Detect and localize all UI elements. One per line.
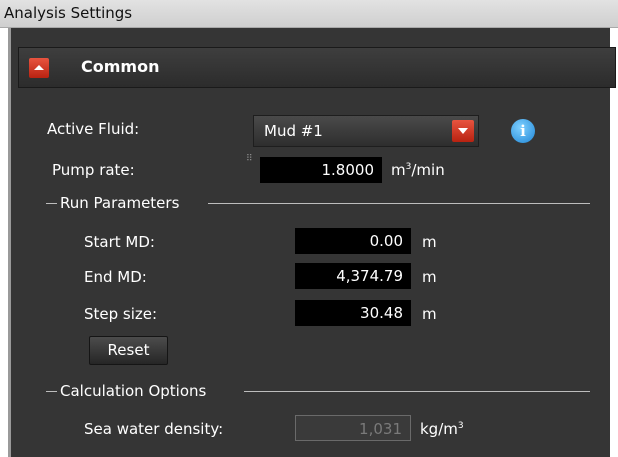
run-parameters-group-label: Run Parameters (60, 194, 180, 212)
pump-rate-input[interactable]: 1.8000 (260, 157, 382, 183)
window-titlebar: Analysis Settings (0, 0, 618, 28)
step-size-label: Step size: (84, 305, 158, 323)
sea-water-density-unit: kg/m3 (420, 420, 464, 438)
group-divider (208, 203, 590, 204)
group-divider (46, 391, 57, 392)
calculation-options-group-label: Calculation Options (60, 382, 207, 400)
collapse-up-icon[interactable] (29, 58, 49, 78)
reset-button[interactable]: Reset (89, 336, 168, 365)
sea-water-density-input: 1,031 (295, 415, 411, 441)
end-md-unit: m (422, 268, 437, 286)
start-md-input[interactable]: 0.00 (295, 228, 411, 254)
group-divider (244, 391, 590, 392)
start-md-label: Start MD: (84, 233, 155, 251)
pump-rate-unit: m3/min (391, 161, 445, 179)
active-fluid-value: Mud #1 (264, 122, 323, 140)
pump-rate-label: Pump rate: (52, 161, 135, 179)
section-header-common[interactable]: Common (18, 47, 616, 88)
active-fluid-select[interactable]: Mud #1 (253, 115, 479, 147)
sea-water-density-label: Sea water density: (84, 420, 224, 438)
section-title: Common (81, 57, 160, 76)
step-size-input[interactable]: 30.48 (295, 300, 411, 326)
window-title: Analysis Settings (4, 4, 133, 22)
start-md-unit: m (422, 233, 437, 251)
info-icon[interactable]: i (511, 119, 535, 143)
end-md-input[interactable]: 4,374.79 (295, 263, 411, 289)
active-fluid-label: Active Fluid: (47, 120, 140, 138)
group-divider (46, 203, 57, 204)
end-md-label: End MD: (84, 268, 147, 286)
chevron-down-icon[interactable] (452, 120, 474, 142)
grip-icon: ⠿ (246, 154, 253, 164)
step-size-unit: m (422, 305, 437, 323)
